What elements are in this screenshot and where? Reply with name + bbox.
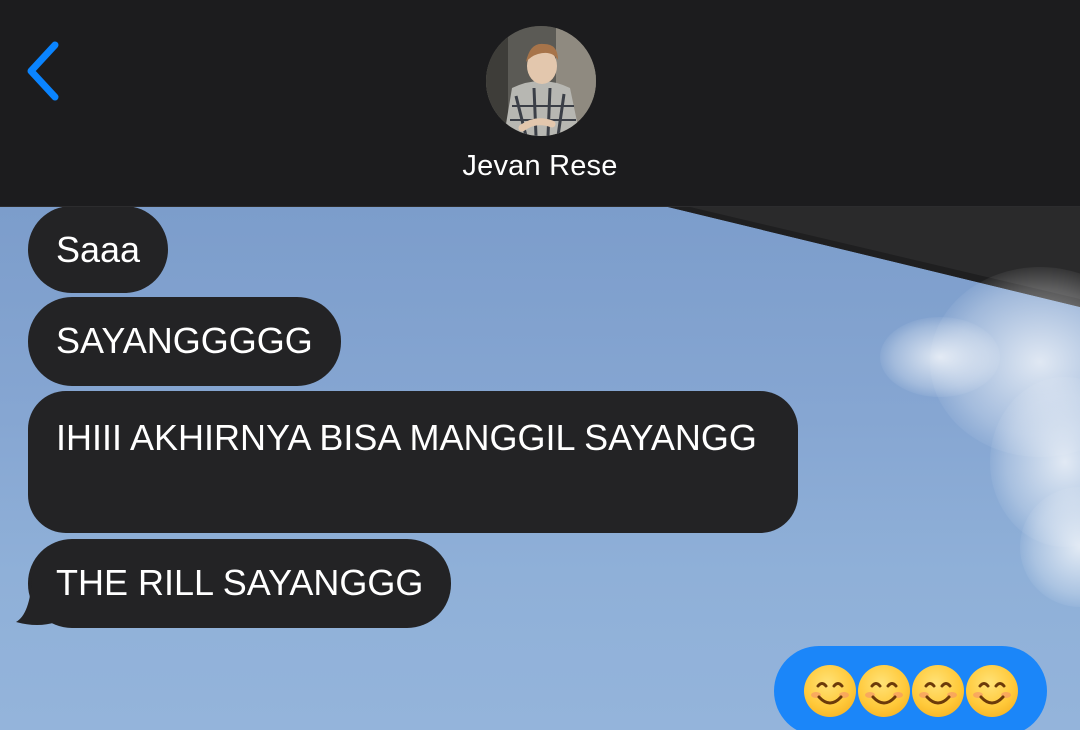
received-message-bubble[interactable]: SAYANGGGGG bbox=[28, 297, 341, 386]
smiling-face-emoji bbox=[857, 665, 910, 717]
received-message-bubble[interactable]: IHIII AKHIRNYA BISA MANGGIL SAYANGG bbox=[28, 391, 798, 533]
conversation-header: Jevan Rese bbox=[0, 0, 1080, 207]
message-text: IHIII AKHIRNYA BISA MANGGIL SAYANGG bbox=[56, 417, 757, 458]
chevron-left-icon bbox=[27, 41, 59, 101]
contact-name[interactable]: Jevan Rese bbox=[0, 150, 1080, 183]
smiling-face-emoji bbox=[911, 665, 964, 717]
bubble-tail bbox=[16, 578, 56, 625]
message-text: THE RILL SAYANGGG bbox=[56, 562, 424, 603]
received-message-bubble[interactable]: THE RILL SAYANGGG bbox=[28, 539, 452, 628]
received-message-bubble[interactable]: Saaa bbox=[28, 206, 169, 293]
smiling-face-emoji bbox=[803, 665, 856, 717]
sent-message-bubble[interactable] bbox=[774, 646, 1047, 730]
back-button[interactable] bbox=[18, 38, 68, 104]
smiling-face-emoji bbox=[965, 665, 1018, 717]
message-text: SAYANGGGGG bbox=[56, 320, 313, 361]
message-text: Saaa bbox=[56, 229, 141, 270]
contact-avatar[interactable] bbox=[486, 26, 596, 136]
